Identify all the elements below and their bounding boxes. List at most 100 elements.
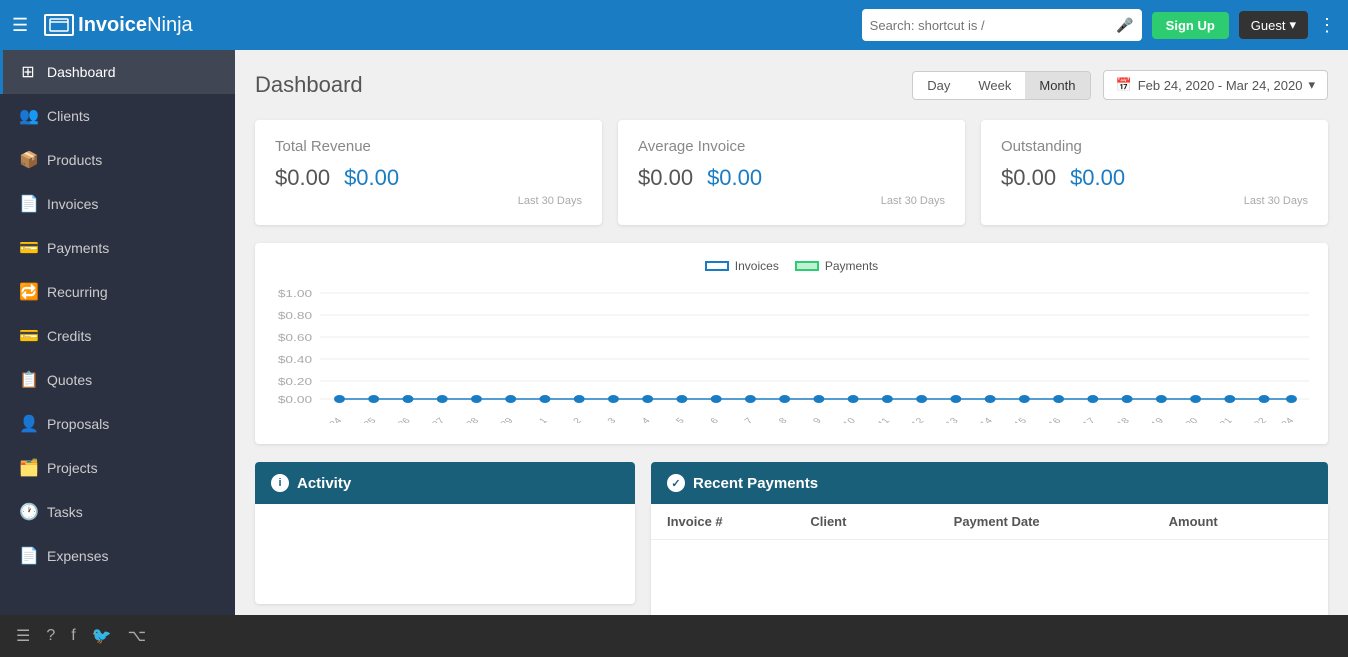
search-bar: 🎤 — [862, 9, 1142, 41]
svg-text:Mar 2: Mar 2 — [556, 416, 585, 423]
date-range-button[interactable]: 📅 Feb 24, 2020 - Mar 24, 2020 ▾ — [1103, 70, 1329, 100]
sidebar: ⊞ Dashboard 👥 Clients 📦 Products 📄 Invoi… — [0, 50, 235, 615]
stat-accent-revenue: $0.00 — [344, 165, 399, 191]
svg-text:$0.60: $0.60 — [278, 332, 313, 344]
svg-text:Mar 22: Mar 22 — [1236, 416, 1269, 423]
clients-icon: 👥 — [19, 106, 37, 126]
stat-card-outstanding: Outstanding $0.00 $0.00 Last 30 Days — [981, 120, 1328, 225]
payments-panel-body: Invoice # Client Payment Date Amount — [651, 504, 1328, 615]
help-icon[interactable]: ? — [46, 627, 55, 645]
tab-week[interactable]: Week — [964, 72, 1025, 99]
stat-values-average: $0.00 $0.00 — [638, 165, 945, 191]
proposals-icon: 👤 — [19, 414, 37, 434]
activity-panel-title: Activity — [297, 475, 351, 492]
payments-panel-header: ✓ Recent Payments — [651, 462, 1328, 504]
recurring-icon: 🔁 — [19, 282, 37, 302]
sidebar-item-credits[interactable]: 💳 Credits — [0, 314, 235, 358]
microphone-icon: 🎤 — [1116, 17, 1133, 34]
stat-accent-average: $0.00 — [707, 165, 762, 191]
signup-button[interactable]: Sign Up — [1152, 12, 1229, 39]
svg-text:Mar 14: Mar 14 — [962, 416, 996, 423]
tab-day[interactable]: Day — [913, 72, 964, 99]
svg-text:Mar 11: Mar 11 — [860, 416, 892, 423]
facebook-icon[interactable]: f — [71, 627, 75, 645]
github-icon[interactable]: ⌥ — [128, 626, 146, 646]
svg-text:Mar 3: Mar 3 — [590, 416, 619, 423]
stat-label-revenue: Last 30 Days — [275, 195, 582, 207]
chart-svg: $1.00 $0.80 $0.60 $0.40 $0.20 $0.00 — [271, 283, 1312, 423]
stat-title-average: Average Invoice — [638, 138, 945, 155]
sidebar-item-clients[interactable]: 👥 Clients — [0, 94, 235, 138]
svg-text:Feb 24: Feb 24 — [312, 416, 346, 423]
svg-text:Mar 18: Mar 18 — [1099, 416, 1132, 423]
sidebar-label-proposals: Proposals — [47, 416, 109, 432]
tasks-icon: 🕐 — [19, 502, 37, 522]
svg-text:$0.80: $0.80 — [278, 310, 313, 322]
more-options-icon[interactable]: ⋮ — [1318, 15, 1336, 36]
svg-text:Feb 25: Feb 25 — [346, 416, 379, 423]
check-circle-icon: ✓ — [667, 474, 685, 492]
sidebar-item-tasks[interactable]: 🕐 Tasks — [0, 490, 235, 534]
expenses-icon: 📄 — [19, 546, 37, 566]
legend-label-invoices: Invoices — [735, 259, 779, 273]
legend-box-payments — [795, 261, 819, 271]
stat-label-average: Last 30 Days — [638, 195, 945, 207]
sidebar-item-recurring[interactable]: 🔁 Recurring — [0, 270, 235, 314]
guest-button[interactable]: Guest ▾ — [1239, 11, 1308, 39]
activity-panel-body — [255, 504, 635, 604]
col-header-date: Payment Date — [954, 514, 1169, 529]
svg-text:Mar 19: Mar 19 — [1134, 416, 1167, 423]
svg-text:Mar 21: Mar 21 — [1202, 416, 1235, 423]
twitter-icon[interactable]: 🐦 — [92, 626, 112, 646]
sidebar-item-products[interactable]: 📦 Products — [0, 138, 235, 182]
sidebar-item-projects[interactable]: 🗂️ Projects — [0, 446, 235, 490]
legend-invoices: Invoices — [705, 259, 779, 273]
svg-text:Mar 16: Mar 16 — [1031, 416, 1064, 423]
col-header-invoice: Invoice # — [667, 514, 810, 529]
date-range-text: Feb 24, 2020 - Mar 24, 2020 — [1138, 78, 1303, 93]
legend-label-payments: Payments — [825, 259, 878, 273]
sidebar-item-payments[interactable]: 💳 Payments — [0, 226, 235, 270]
svg-text:Mar 9: Mar 9 — [795, 416, 824, 423]
info-icon: i — [271, 474, 289, 492]
content-area: Dashboard Day Week Month 📅 Feb 24, 2020 … — [235, 50, 1348, 615]
stat-main-outstanding: $0.00 — [1001, 165, 1056, 191]
footer-bar: ☰ ? f 🐦 ⌥ — [0, 615, 1348, 657]
search-input[interactable] — [870, 18, 1111, 33]
logo: InvoiceNinja — [44, 14, 193, 37]
svg-text:Mar 5: Mar 5 — [658, 416, 687, 423]
stat-title-outstanding: Outstanding — [1001, 138, 1308, 155]
sidebar-item-proposals[interactable]: 👤 Proposals — [0, 402, 235, 446]
svg-text:Mar 17: Mar 17 — [1065, 416, 1098, 423]
svg-text:Mar 1: Mar 1 — [521, 416, 550, 423]
payments-table-header: Invoice # Client Payment Date Amount — [651, 504, 1328, 540]
logo-text: InvoiceNinja — [78, 14, 193, 37]
svg-text:Mar 6: Mar 6 — [693, 416, 722, 423]
svg-text:$0.00: $0.00 — [278, 394, 313, 406]
svg-text:Mar 15: Mar 15 — [997, 416, 1030, 423]
list-icon[interactable]: ☰ — [16, 626, 30, 646]
sidebar-item-quotes[interactable]: 📋 Quotes — [0, 358, 235, 402]
svg-text:Mar 10: Mar 10 — [825, 416, 858, 423]
sidebar-label-products: Products — [47, 152, 102, 168]
sidebar-label-payments: Payments — [47, 240, 109, 256]
sidebar-label-credits: Credits — [47, 328, 91, 344]
period-tabs: Day Week Month — [912, 71, 1090, 100]
hamburger-menu-icon[interactable]: ☰ — [12, 15, 28, 36]
sidebar-item-expenses[interactable]: 📄 Expenses — [0, 534, 235, 578]
stat-values-revenue: $0.00 $0.00 — [275, 165, 582, 191]
activity-panel-header: i Activity — [255, 462, 635, 504]
svg-text:Mar 13: Mar 13 — [928, 416, 961, 423]
stat-main-revenue: $0.00 — [275, 165, 330, 191]
svg-text:$0.40: $0.40 — [278, 354, 313, 366]
sidebar-item-dashboard[interactable]: ⊞ Dashboard — [0, 50, 235, 94]
svg-text:Feb 27: Feb 27 — [414, 416, 447, 423]
tab-month[interactable]: Month — [1025, 72, 1089, 99]
svg-text:Mar 8: Mar 8 — [761, 416, 790, 423]
quotes-icon: 📋 — [19, 370, 37, 390]
sidebar-label-invoices: Invoices — [47, 196, 98, 212]
svg-text:Mar 7: Mar 7 — [727, 416, 756, 423]
calendar-icon: 📅 — [1116, 77, 1132, 93]
sidebar-item-invoices[interactable]: 📄 Invoices — [0, 182, 235, 226]
bottom-row: i Activity ✓ Recent Payments Invoice # C… — [255, 462, 1328, 615]
